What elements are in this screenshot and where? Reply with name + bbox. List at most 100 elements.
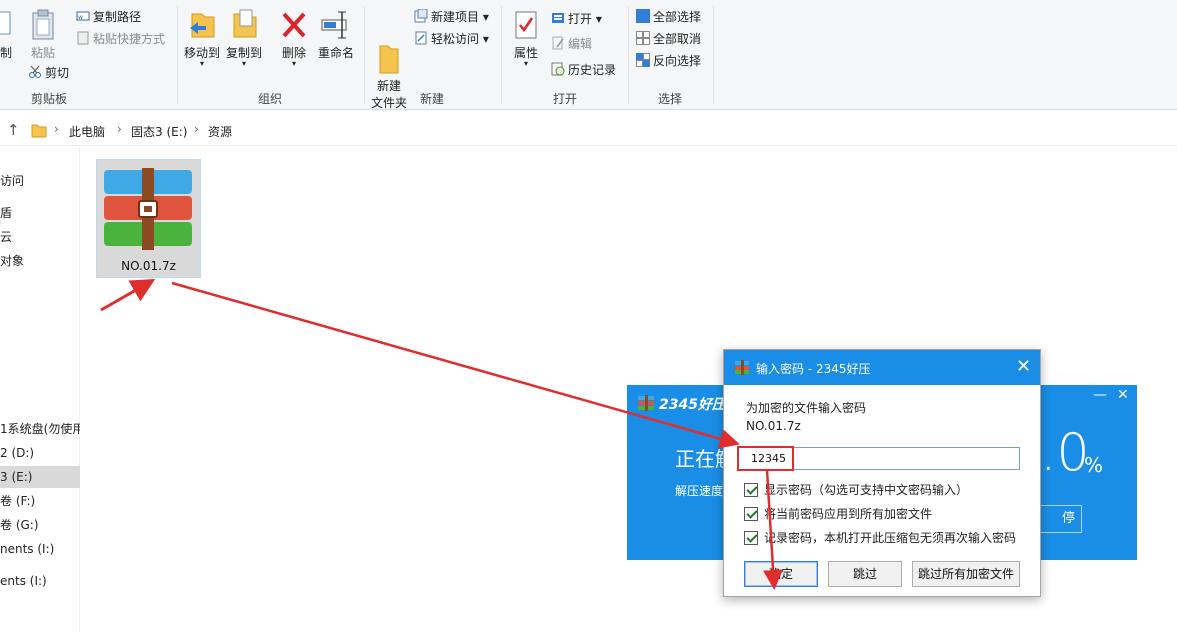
skip-button[interactable]: 跳过 — [828, 561, 902, 587]
breadcrumb-separator: › — [117, 122, 122, 136]
select-all-icon — [636, 9, 650, 23]
paste-shortcut-icon — [76, 31, 90, 45]
move-to-label: 移动到 — [183, 46, 220, 60]
file-name: NO.01.7z — [121, 259, 176, 273]
select-all-button[interactable]: 全部选择 — [636, 8, 701, 26]
properties-icon — [510, 8, 542, 42]
delete-label: 删除 — [281, 46, 306, 60]
invert-selection-icon — [636, 53, 650, 67]
show-password-checkbox[interactable]: 显示密码（勾选可支持中文密码输入） — [744, 481, 968, 497]
properties-button[interactable]: 属性 ▾ — [508, 8, 544, 68]
edit-icon — [551, 36, 565, 50]
new-item-button[interactable]: 新建项目 ▾ — [414, 8, 489, 26]
nav-item-quick-access[interactable]: 访问 — [0, 170, 80, 192]
nav-item-drive-g[interactable]: 卷 (G:) — [0, 514, 80, 536]
nav-item-drive-i[interactable]: nents (I:) — [0, 538, 80, 560]
svg-text:w: w — [78, 14, 83, 21]
divider — [501, 6, 502, 104]
paste-shortcut-button[interactable]: 粘贴快捷方式 — [76, 30, 165, 48]
ok-button[interactable]: 确定 — [744, 561, 818, 587]
ribbon: 制 粘贴 w 复制路径 粘贴快捷方式 剪切 剪贴板 移动到 ▾ 复制到 ▾ 删除 … — [0, 0, 1177, 110]
file-item[interactable]: NO.01.7z — [96, 159, 201, 278]
nav-item-drive-f[interactable]: 卷 (F:) — [0, 490, 80, 512]
app-logo-icon — [637, 395, 655, 414]
nav-item-desktop[interactable]: 盾 — [0, 202, 80, 224]
paste-shortcut-label: 粘贴快捷方式 — [93, 32, 166, 46]
copy-path-button[interactable]: w 复制路径 — [76, 8, 141, 26]
clipboard-group-label: 剪贴板 — [30, 92, 67, 106]
copy-to-button[interactable]: 复制到 ▾ — [224, 8, 264, 68]
progress-percent: .0 — [1040, 423, 1090, 483]
easy-access-button[interactable]: 轻松访问 ▾ — [414, 30, 489, 48]
copy-to-label: 复制到 — [225, 46, 262, 60]
breadcrumb-this-pc[interactable]: 此电脑 — [69, 123, 105, 140]
invert-selection-button[interactable]: 反向选择 — [636, 52, 701, 70]
history-icon — [551, 62, 565, 76]
dialog-close-button[interactable]: ✕ — [1016, 356, 1031, 377]
open-group-label: 打开 — [552, 92, 577, 106]
new-folder-button[interactable]: 新建 文件夹 — [369, 8, 409, 112]
edit-button[interactable]: 编辑 — [551, 35, 592, 53]
minimize-button[interactable]: — — [1093, 387, 1107, 403]
new-item-icon — [414, 8, 428, 23]
copy-to-icon — [228, 8, 260, 42]
move-to-icon — [186, 8, 218, 42]
dialog-title: 输入密码 - 2345好压 — [756, 362, 871, 376]
paste-label: 粘贴 — [30, 46, 55, 60]
cut-label: 剪切 — [45, 66, 70, 80]
properties-label: 属性 — [513, 46, 538, 60]
copy-button[interactable]: 制 — [0, 8, 18, 61]
nav-item-drive-i-2[interactable]: ents (I:) — [0, 570, 80, 592]
dialog-titlebar: 输入密码 - 2345好压 ✕ — [724, 350, 1040, 385]
copy-icon — [0, 8, 14, 42]
new-folder-icon — [373, 25, 405, 74]
close-button[interactable]: ✕ — [1117, 387, 1129, 403]
open-button[interactable]: 打开 ▾ — [551, 10, 602, 28]
speed-label: 解压速度 — [675, 484, 724, 498]
new-folder-label: 新建 文件夹 — [370, 79, 407, 110]
divider — [713, 6, 714, 104]
edit-label: 编辑 — [568, 37, 593, 51]
nav-item-drive-d[interactable]: 2 (D:) — [0, 442, 80, 464]
move-to-button[interactable]: 移动到 ▾ — [182, 8, 222, 68]
remember-password-checkbox[interactable]: 记录密码，本机打开此压缩包无须再次输入密码 — [744, 529, 1016, 545]
invert-selection-label: 反向选择 — [653, 54, 702, 68]
folder-icon — [31, 122, 47, 141]
delete-button[interactable]: 删除 ▾ — [277, 8, 311, 68]
show-password-label: 显示密码（勾选可支持中文密码输入） — [764, 483, 969, 497]
select-group-label: 选择 — [657, 92, 682, 106]
select-none-label: 全部取消 — [653, 32, 702, 46]
progress-window-title: 2345好压 — [659, 397, 726, 413]
paste-button[interactable]: 粘贴 — [28, 8, 58, 61]
breadcrumb-drive-e[interactable]: 固态3 (E:) — [131, 123, 187, 140]
up-arrow-icon[interactable]: ↑ — [7, 121, 20, 139]
divider — [364, 6, 365, 104]
select-none-icon — [636, 31, 650, 45]
arrow-to-file — [100, 279, 156, 312]
breadcrumb-separator: › — [54, 122, 59, 136]
rename-button[interactable]: 重命名 — [316, 8, 356, 61]
open-icon — [551, 11, 565, 25]
skip-all-button[interactable]: 跳过所有加密文件 — [912, 561, 1020, 587]
scissors-icon — [28, 65, 42, 79]
cut-button[interactable]: 剪切 — [28, 64, 69, 82]
checkmark-icon — [744, 483, 758, 497]
select-none-button[interactable]: 全部取消 — [636, 30, 701, 48]
easy-access-label: 轻松访问 — [431, 32, 480, 46]
history-button[interactable]: 历史记录 — [551, 61, 616, 79]
nav-item-cloud[interactable]: 云 — [0, 226, 80, 248]
apply-all-checkbox[interactable]: 将当前密码应用到所有加密文件 — [744, 505, 932, 521]
rename-icon — [320, 8, 352, 42]
checkmark-icon — [744, 531, 758, 545]
copy-path-label: 复制路径 — [93, 10, 142, 24]
apply-all-label: 将当前密码应用到所有加密文件 — [764, 507, 933, 521]
nav-item-3d-objects[interactable]: 对象 — [0, 250, 80, 272]
clipboard-icon — [30, 8, 56, 42]
breadcrumb-resources[interactable]: 资源 — [208, 123, 232, 140]
nav-item-system-drive[interactable]: 1系统盘(勿使用 — [0, 418, 80, 440]
easy-access-icon — [414, 31, 428, 45]
percent-sign: % — [1084, 453, 1104, 477]
archive-icon — [102, 168, 194, 255]
nav-item-drive-e[interactable]: 3 (E:) — [0, 466, 80, 488]
archive-filename: NO.01.7z — [746, 419, 801, 433]
